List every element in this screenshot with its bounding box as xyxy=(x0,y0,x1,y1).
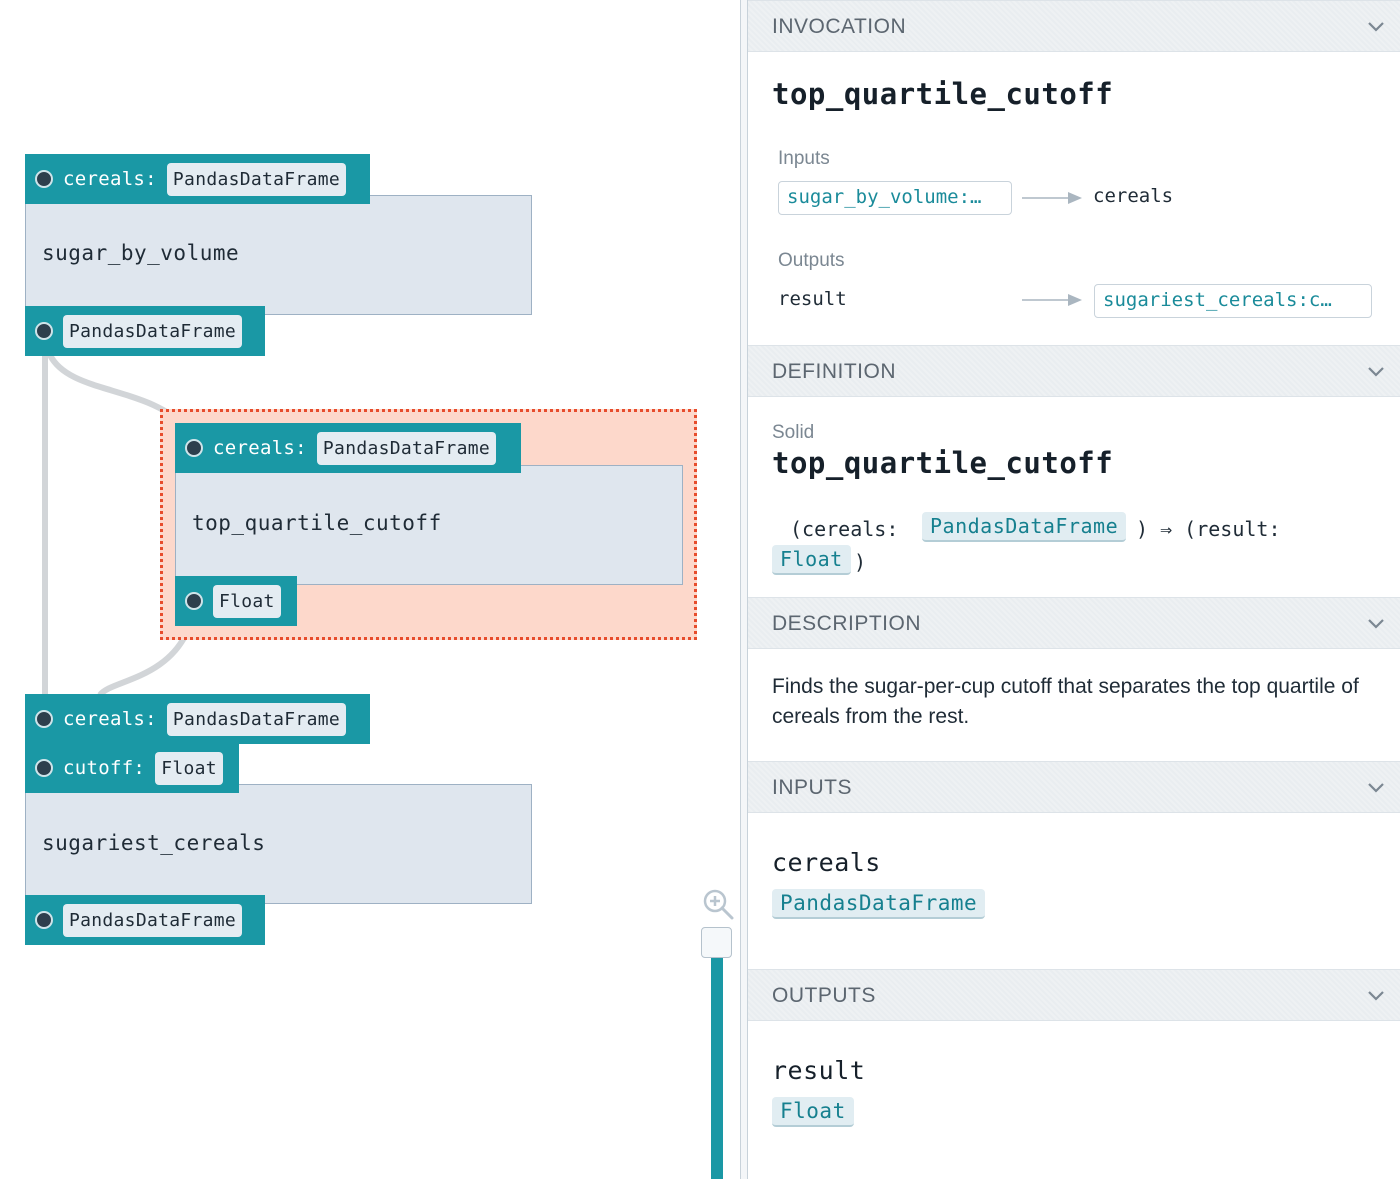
section-header-outputs[interactable]: OUTPUTS xyxy=(748,969,1400,1021)
port-dot-icon xyxy=(35,911,53,929)
input-target: cereals xyxy=(1093,185,1174,207)
input-param-name: cereals xyxy=(772,848,881,877)
section-title: INVOCATION xyxy=(772,15,907,38)
input-source-link[interactable]: sugar_by_volume:… xyxy=(778,181,1012,215)
section-title: DEFINITION xyxy=(772,360,896,383)
definition-kind: Solid xyxy=(772,422,815,443)
port-type: PandasDataFrame xyxy=(166,702,346,736)
chevron-down-icon xyxy=(1368,991,1384,1001)
output-source: result xyxy=(778,288,847,310)
port-type: PandasDataFrame xyxy=(166,162,346,196)
description-text: Finds the sugar-per-cup cutoff that sepa… xyxy=(772,675,1359,728)
output-param-name: result xyxy=(772,1056,866,1085)
zoom-slider-handle[interactable] xyxy=(701,927,732,958)
graph-canvas[interactable]: sugar_by_volume cereals: PandasDataFrame… xyxy=(0,0,740,1179)
signature-close: ) xyxy=(854,550,867,574)
port-type: Float xyxy=(155,751,223,785)
section-title: OUTPUTS xyxy=(772,984,876,1007)
input-port[interactable]: cereals: PandasDataFrame xyxy=(175,423,521,473)
input-param-type[interactable]: PandasDataFrame xyxy=(772,889,986,919)
solid-sugariest-cereals[interactable]: sugariest_cereals xyxy=(25,784,532,904)
output-port[interactable]: PandasDataFrame xyxy=(25,895,265,945)
solid-name: sugariest_cereals xyxy=(42,831,266,855)
sidebar-panel: INVOCATION top_quartile_cutoff Inputs su… xyxy=(748,0,1400,1179)
port-type: PandasDataFrame xyxy=(316,431,496,465)
port-dot-icon xyxy=(35,759,53,777)
invocation-name: top_quartile_cutoff xyxy=(772,77,1114,111)
signature-open: (cereals: xyxy=(790,517,899,541)
section-header-definition[interactable]: DEFINITION xyxy=(748,345,1400,397)
signature-mid: ) ⇒ (result: xyxy=(1136,517,1281,541)
port-type: PandasDataFrame xyxy=(63,903,243,937)
definition-name: top_quartile_cutoff xyxy=(772,446,1114,480)
port-name: cereals: xyxy=(213,437,307,459)
port-dot-icon xyxy=(35,322,53,340)
signature-output-type[interactable]: Float xyxy=(772,545,851,575)
port-dot-icon xyxy=(185,439,203,457)
input-port[interactable]: cutoff: Float xyxy=(25,743,239,793)
zoom-slider-track[interactable] xyxy=(711,958,723,1179)
zoom-in-icon[interactable] xyxy=(700,886,736,922)
output-param-type[interactable]: Float xyxy=(772,1097,854,1127)
port-dot-icon xyxy=(35,170,53,188)
chevron-down-icon xyxy=(1368,783,1384,793)
arrow-right-icon xyxy=(1022,294,1082,306)
solid-top-quartile-cutoff[interactable]: top_quartile_cutoff xyxy=(175,465,683,585)
port-name: cutoff: xyxy=(63,757,146,779)
output-port[interactable]: Float xyxy=(175,576,297,626)
section-header-inputs[interactable]: INPUTS xyxy=(748,761,1400,813)
signature-input-type[interactable]: PandasDataFrame xyxy=(922,512,1127,542)
solid-name: sugar_by_volume xyxy=(42,241,240,265)
solid-name: top_quartile_cutoff xyxy=(192,511,442,535)
section-header-invocation[interactable]: INVOCATION xyxy=(748,0,1400,52)
inputs-label: Inputs xyxy=(778,148,830,169)
panel-resize-handle[interactable] xyxy=(740,0,748,1179)
outputs-label: Outputs xyxy=(778,250,845,271)
section-title: INPUTS xyxy=(772,776,853,799)
port-type: PandasDataFrame xyxy=(63,314,243,348)
section-title: DESCRIPTION xyxy=(772,612,922,635)
port-dot-icon xyxy=(185,592,203,610)
output-target-link[interactable]: sugariest_cereals:c… xyxy=(1094,284,1372,318)
port-name: cereals: xyxy=(63,708,157,730)
chevron-down-icon xyxy=(1368,367,1384,377)
input-port[interactable]: cereals: PandasDataFrame xyxy=(25,154,370,204)
section-header-description[interactable]: DESCRIPTION xyxy=(748,597,1400,649)
port-dot-icon xyxy=(35,710,53,728)
chevron-down-icon xyxy=(1368,22,1384,32)
solid-sugar-by-volume[interactable]: sugar_by_volume xyxy=(25,195,532,315)
output-port[interactable]: PandasDataFrame xyxy=(25,306,265,356)
input-port[interactable]: cereals: PandasDataFrame xyxy=(25,694,370,744)
arrow-right-icon xyxy=(1022,192,1082,204)
port-type: Float xyxy=(213,584,281,618)
chevron-down-icon xyxy=(1368,619,1384,629)
port-name: cereals: xyxy=(63,168,157,190)
